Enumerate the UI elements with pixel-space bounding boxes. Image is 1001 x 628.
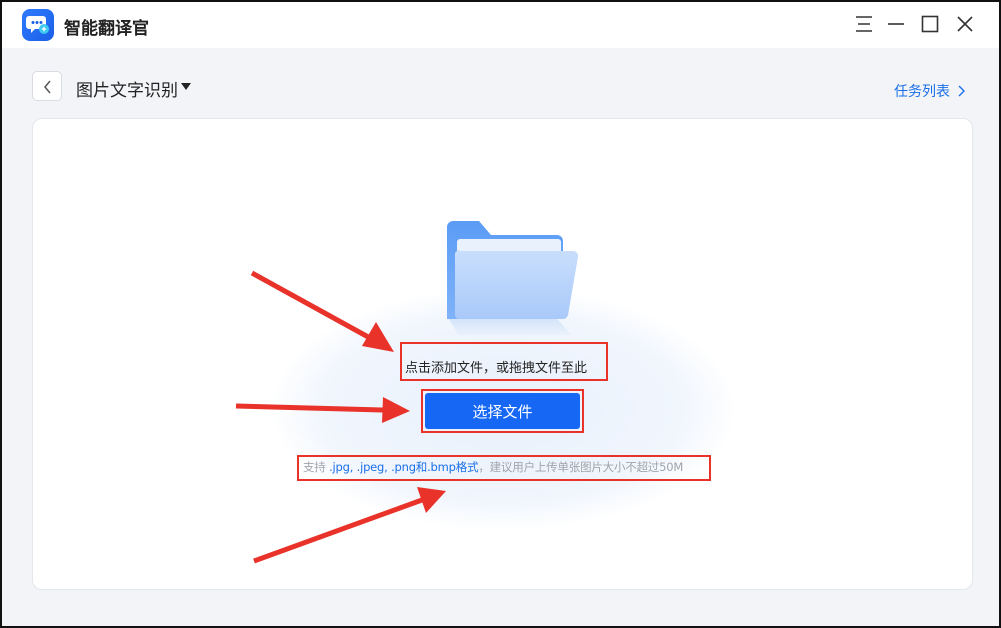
support-formats: .jpg, .jpeg, .png和.bmp格式	[325, 460, 479, 474]
title-bar: 智能翻译官	[0, 0, 1001, 48]
back-arrow-icon	[44, 80, 51, 94]
support-suffix: ，建议用户上传单张图片大小不超过50M	[478, 460, 684, 474]
task-list-link[interactable]: 任务列表	[894, 81, 950, 101]
close-icon[interactable]	[953, 12, 977, 36]
app-logo-icon	[22, 9, 54, 41]
app-name: 智能翻译官	[64, 19, 149, 39]
menu-icon[interactable]	[852, 12, 876, 36]
page-title[interactable]: 图片文字识别	[76, 76, 178, 101]
drop-hint-text: 点击添加文件，或拖拽文件至此	[405, 361, 588, 376]
select-file-button[interactable]: 选择文件	[425, 393, 580, 429]
supported-formats-text: 支持 .jpg, .jpeg, .png和.bmp格式，建议用户上传单张图片大小…	[303, 459, 683, 475]
folder-icon	[447, 221, 579, 335]
maximize-icon[interactable]	[918, 12, 942, 36]
support-prefix: 支持	[303, 460, 326, 474]
minimize-icon[interactable]	[884, 12, 908, 36]
chevron-right-icon[interactable]	[956, 84, 966, 98]
back-button[interactable]	[32, 71, 62, 101]
caret-down-icon[interactable]	[180, 82, 192, 91]
